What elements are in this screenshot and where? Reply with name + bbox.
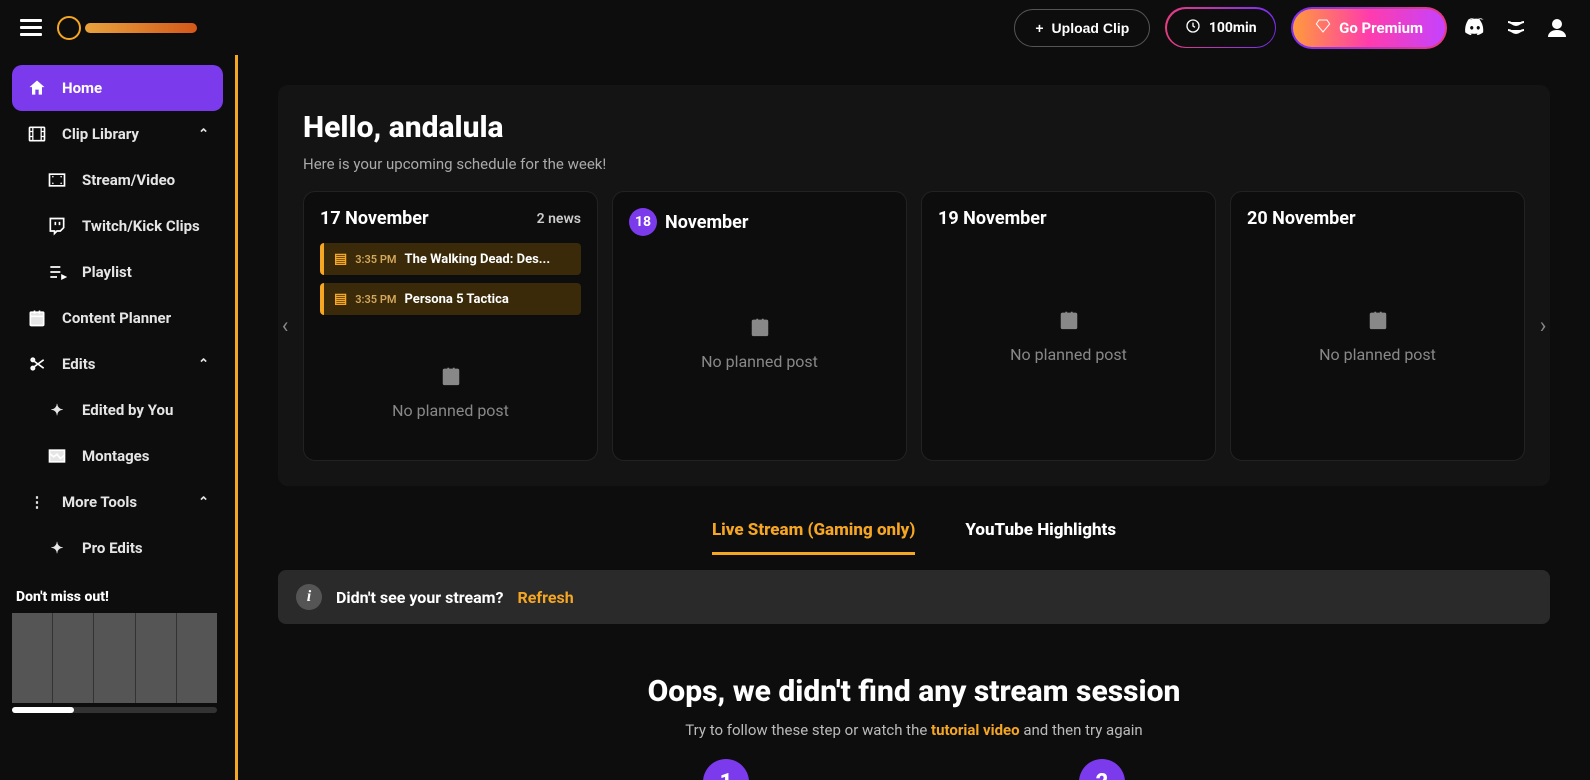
- main-content: Hello, andalula Here is your upcoming sc…: [238, 55, 1590, 780]
- scissors-icon: [26, 353, 48, 375]
- go-premium-button[interactable]: Go Premium: [1291, 7, 1447, 49]
- diamond-icon: [1315, 18, 1331, 38]
- calendar-icon: [1247, 309, 1508, 337]
- clock-icon: [1185, 18, 1201, 38]
- sidebar-item-clip-library[interactable]: Clip Library ⌃: [12, 111, 223, 157]
- playlist-icon: [46, 261, 68, 283]
- stars-icon: ✦: [46, 537, 68, 559]
- calendar-icon: [629, 316, 890, 344]
- time-label: 100min: [1209, 20, 1257, 36]
- sidebar-label: Stream/Video: [82, 171, 175, 189]
- sidebar-label: Edits: [62, 355, 96, 373]
- promo-title: Don't miss out!: [16, 589, 223, 605]
- day-card[interactable]: 20 NovemberNo planned post: [1230, 191, 1525, 461]
- sidebar-item-content-planner[interactable]: Content Planner: [12, 295, 223, 341]
- sidebar-item-home[interactable]: Home: [12, 65, 223, 111]
- chevron-up-icon: ⌃: [198, 127, 209, 142]
- day-card[interactable]: 19 NovemberNo planned post: [921, 191, 1216, 461]
- plus-icon: +: [1035, 20, 1043, 36]
- sidebar-label: Content Planner: [62, 309, 171, 327]
- app-logo[interactable]: [57, 13, 197, 43]
- days-next-button[interactable]: ›: [1533, 314, 1553, 339]
- info-icon: i: [296, 584, 322, 610]
- note-icon: ▤: [334, 291, 347, 307]
- menu-toggle[interactable]: [20, 19, 42, 36]
- sidebar-item-more-tools[interactable]: ⋮ More Tools ⌃: [12, 479, 223, 525]
- premium-label: Go Premium: [1339, 19, 1423, 37]
- promo-banner[interactable]: [12, 613, 217, 703]
- sidebar-label: Pro Edits: [82, 539, 143, 557]
- upload-label: Upload Clip: [1052, 20, 1130, 36]
- dots-icon: ⋮: [26, 491, 48, 513]
- no-planned-post: No planned post: [629, 316, 890, 371]
- profile-icon[interactable]: [1544, 15, 1570, 41]
- sidebar-label: Montages: [82, 447, 150, 465]
- page-subtitle: Here is your upcoming schedule for the w…: [303, 155, 1525, 173]
- sidebar-scrollbar[interactable]: [12, 707, 217, 713]
- time-balance-button[interactable]: 100min: [1165, 7, 1276, 48]
- calendar-icon: [320, 365, 581, 393]
- day-card[interactable]: 18 NovemberNo planned post: [612, 191, 907, 461]
- empty-title: Oops, we didn't find any stream session: [278, 674, 1550, 709]
- sidebar-item-stream-video[interactable]: Stream/Video: [32, 157, 223, 203]
- today-badge: 18: [629, 208, 657, 236]
- upload-clip-button[interactable]: + Upload Clip: [1014, 9, 1150, 47]
- refresh-infobar: i Didn't see your stream? Refresh: [278, 570, 1550, 624]
- infobar-text: Didn't see your stream?: [336, 588, 504, 607]
- sidebar-label: More Tools: [62, 493, 137, 511]
- sparkle-icon: ✦: [46, 399, 68, 421]
- refresh-link[interactable]: Refresh: [518, 588, 574, 607]
- sidebar-item-playlist[interactable]: Playlist: [32, 249, 223, 295]
- tutorial-video-link[interactable]: tutorial video: [931, 721, 1020, 739]
- film-icon: [26, 123, 48, 145]
- montage-icon: [46, 445, 68, 467]
- calendar-icon: [26, 307, 48, 329]
- calendar-icon: [938, 309, 1199, 337]
- queue-icon[interactable]: [1503, 15, 1529, 41]
- chevron-up-icon: ⌃: [198, 357, 209, 372]
- sidebar-item-pro-edits[interactable]: ✦ Pro Edits: [32, 525, 223, 571]
- schedule-event[interactable]: ▤3:35 PMThe Walking Dead: Des...: [320, 243, 581, 275]
- home-icon: [26, 77, 48, 99]
- schedule-event[interactable]: ▤3:35 PMPersona 5 Tactica: [320, 283, 581, 315]
- sidebar-item-edited-by-you[interactable]: ✦ Edited by You: [32, 387, 223, 433]
- sidebar-item-montages[interactable]: Montages: [32, 433, 223, 479]
- video-icon: [46, 169, 68, 191]
- day-news-count: 2 news: [537, 211, 581, 227]
- sidebar-label: Twitch/Kick Clips: [82, 217, 200, 235]
- days-prev-button[interactable]: ‹: [275, 314, 295, 339]
- sidebar-label: Edited by You: [82, 401, 173, 419]
- tab-youtube-highlights[interactable]: YouTube Highlights: [965, 512, 1116, 555]
- page-title: Hello, andalula: [303, 110, 1525, 145]
- no-planned-post: No planned post: [938, 309, 1199, 364]
- no-planned-post: No planned post: [1247, 309, 1508, 364]
- day-card[interactable]: 17 November2 news▤3:35 PMThe Walking Dea…: [303, 191, 598, 461]
- tab-live-stream[interactable]: Live Stream (Gaming only): [712, 512, 915, 555]
- sidebar-item-edits[interactable]: Edits ⌃: [12, 341, 223, 387]
- step-badge-1: 1: [703, 759, 749, 780]
- sidebar-label: Playlist: [82, 263, 132, 281]
- sidebar-label: Clip Library: [62, 125, 139, 143]
- sidebar-item-twitch-kick[interactable]: Twitch/Kick Clips: [32, 203, 223, 249]
- discord-icon[interactable]: [1462, 15, 1488, 41]
- note-icon: ▤: [334, 251, 347, 267]
- empty-subtitle: Try to follow these step or watch the tu…: [278, 721, 1550, 739]
- sidebar-label: Home: [62, 79, 102, 97]
- no-planned-post: No planned post: [320, 365, 581, 420]
- chevron-up-icon: ⌃: [198, 495, 209, 510]
- step-badge-2: 2: [1079, 759, 1125, 780]
- sidebar: Home Clip Library ⌃ Stream/Video Twitch/…: [0, 55, 235, 780]
- twitch-icon: [46, 215, 68, 237]
